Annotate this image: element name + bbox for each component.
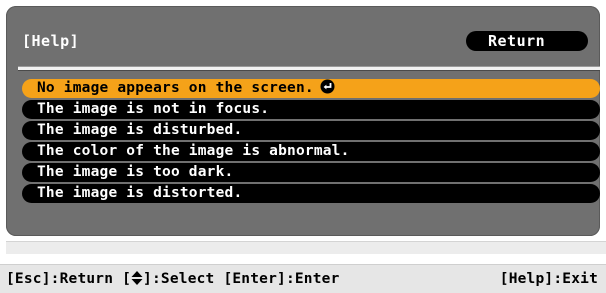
key-guide-footer: [Esc]:Return []:Select [Enter]:Enter [He… [0, 264, 606, 293]
footer-key-guide: [Esc]:Return []:Select [Enter]:Enter [6, 270, 340, 288]
help-item-label: The image is distorted. [37, 185, 243, 201]
help-item-label: No image appears on the screen. [37, 80, 314, 96]
up-down-arrow-icon [131, 271, 143, 285]
help-item-label: The color of the image is abnormal. [37, 143, 350, 159]
help-item-not-in-focus[interactable]: The image is not in focus. [22, 100, 600, 119]
help-exit-hint: [Help]:Exit [499, 271, 598, 287]
panel-bottom-strip [6, 241, 606, 254]
help-item-disturbed[interactable]: The image is disturbed. [22, 121, 600, 140]
esc-return-hint: [Esc]:Return [6, 271, 114, 287]
help-item-color-abnormal[interactable]: The color of the image is abnormal. [22, 142, 600, 161]
help-topic-list: No image appears on the screen. The imag… [22, 79, 600, 205]
help-item-distorted[interactable]: The image is distorted. [22, 184, 600, 203]
return-button[interactable]: Return [466, 31, 588, 51]
help-item-too-dark[interactable]: The image is too dark. [22, 163, 600, 182]
help-item-label: The image is too dark. [37, 164, 234, 180]
help-item-no-image[interactable]: No image appears on the screen. [22, 79, 600, 98]
help-title: [Help] [22, 32, 80, 50]
select-hint: []:Select [122, 271, 215, 287]
projector-help-screen: [Help] Return No image appears on the sc… [0, 0, 606, 293]
panel-divider [18, 66, 600, 71]
help-panel: [Help] Return No image appears on the sc… [6, 6, 600, 236]
enter-icon [320, 79, 335, 94]
enter-hint: [Enter]:Enter [223, 271, 340, 287]
help-item-label: The image is disturbed. [37, 122, 243, 138]
help-item-label: The image is not in focus. [37, 101, 270, 117]
